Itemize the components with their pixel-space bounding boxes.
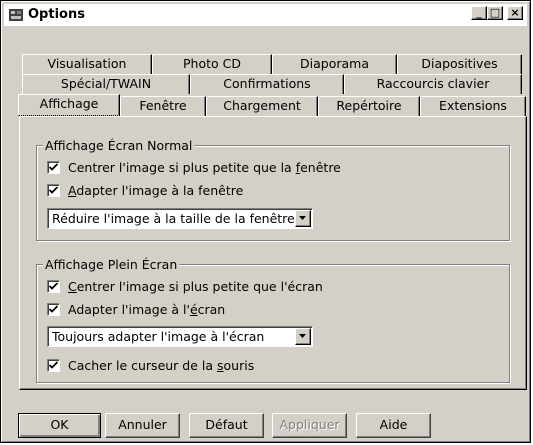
tab-fenetre[interactable]: Fenêtre: [120, 96, 206, 116]
minimize-button[interactable]: _: [471, 6, 487, 20]
checkbox[interactable]: [47, 183, 60, 197]
check-icon: [49, 185, 58, 194]
checkbox-adapt-window[interactable]: Adapter l'image à la fenêtre: [47, 182, 243, 198]
apply-button[interactable]: Appliquer: [272, 413, 347, 438]
group-normal: Affichage Écran Normal Centrer l'image s…: [36, 138, 510, 241]
tab-visualisation[interactable]: Visualisation: [22, 54, 152, 74]
tab-row-1: Visualisation Photo CD Diaporama Diaposi…: [22, 54, 522, 74]
tab-diaporama[interactable]: Diaporama: [272, 54, 397, 74]
close-icon: ×: [510, 6, 520, 19]
tab-diapositives[interactable]: Diapositives: [397, 54, 522, 74]
tab-raccourcis-clavier[interactable]: Raccourcis clavier: [344, 74, 522, 94]
tab-repertoire[interactable]: Repértoire: [318, 96, 420, 116]
ok-button[interactable]: OK: [18, 413, 101, 438]
checkbox-center-window[interactable]: Centrer l'image si plus petite que la fe…: [47, 159, 341, 175]
checkbox[interactable]: [47, 302, 60, 316]
window-title: Options: [28, 7, 85, 22]
app-icon: [8, 7, 24, 23]
default-button[interactable]: Défaut: [189, 413, 264, 438]
tab-affichage[interactable]: Affichage: [18, 94, 120, 116]
checkbox[interactable]: [47, 279, 60, 293]
tab-photo-cd[interactable]: Photo CD: [152, 54, 272, 74]
tab-panel: Affichage Écran Normal Centrer l'image s…: [19, 116, 527, 390]
checkbox-adapt-screen[interactable]: Adapter l'image à l'écran: [47, 301, 225, 317]
chevron-down-icon: [299, 216, 306, 220]
tab-extensions[interactable]: Extensions: [420, 96, 526, 116]
minimize-icon: _: [476, 6, 482, 19]
maximize-button[interactable]: □: [487, 6, 503, 20]
dropdown-arrow-button[interactable]: [295, 210, 311, 227]
group-full-title: Affichage Plein Écran: [43, 257, 180, 272]
tab-row-2: Spécial/TWAIN Confirmations Raccourcis c…: [22, 74, 522, 94]
checkbox[interactable]: [47, 160, 60, 174]
checkbox[interactable]: [47, 358, 60, 372]
title-bar[interactable]: Options _ □ ×: [4, 4, 527, 26]
check-icon: [49, 360, 58, 369]
check-icon: [49, 281, 58, 290]
checkbox-hide-cursor[interactable]: Cacher le curseur de la souris: [47, 357, 254, 373]
group-full: Affichage Plein Écran Centrer l'image si…: [36, 257, 510, 383]
tab-confirmations[interactable]: Confirmations: [190, 74, 344, 94]
dropdown-arrow-button[interactable]: [295, 328, 311, 345]
maximize-icon: □: [489, 6, 501, 19]
cancel-button[interactable]: Annuler: [105, 413, 180, 438]
normal-mode-select[interactable]: Réduire l'image à la taille de la fenêtr…: [47, 208, 313, 229]
options-dialog: Options _ □ × Visualisation Photo CD Dia…: [0, 0, 531, 443]
check-icon: [49, 304, 58, 313]
checkbox-center-screen[interactable]: Centrer l'image si plus petite que l'écr…: [47, 278, 323, 294]
group-normal-title: Affichage Écran Normal: [43, 138, 195, 153]
fullscreen-mode-select[interactable]: Toujours adapter l'image à l'écran: [47, 326, 313, 347]
chevron-down-icon: [299, 334, 306, 338]
tab-special-twain[interactable]: Spécial/TWAIN: [22, 74, 190, 94]
tab-row-3: Affichage Fenêtre Chargement Repértoire …: [18, 94, 526, 116]
check-icon: [49, 162, 58, 171]
help-button[interactable]: Aide: [356, 413, 431, 438]
tab-chargement[interactable]: Chargement: [206, 96, 318, 116]
close-button[interactable]: ×: [507, 6, 523, 20]
